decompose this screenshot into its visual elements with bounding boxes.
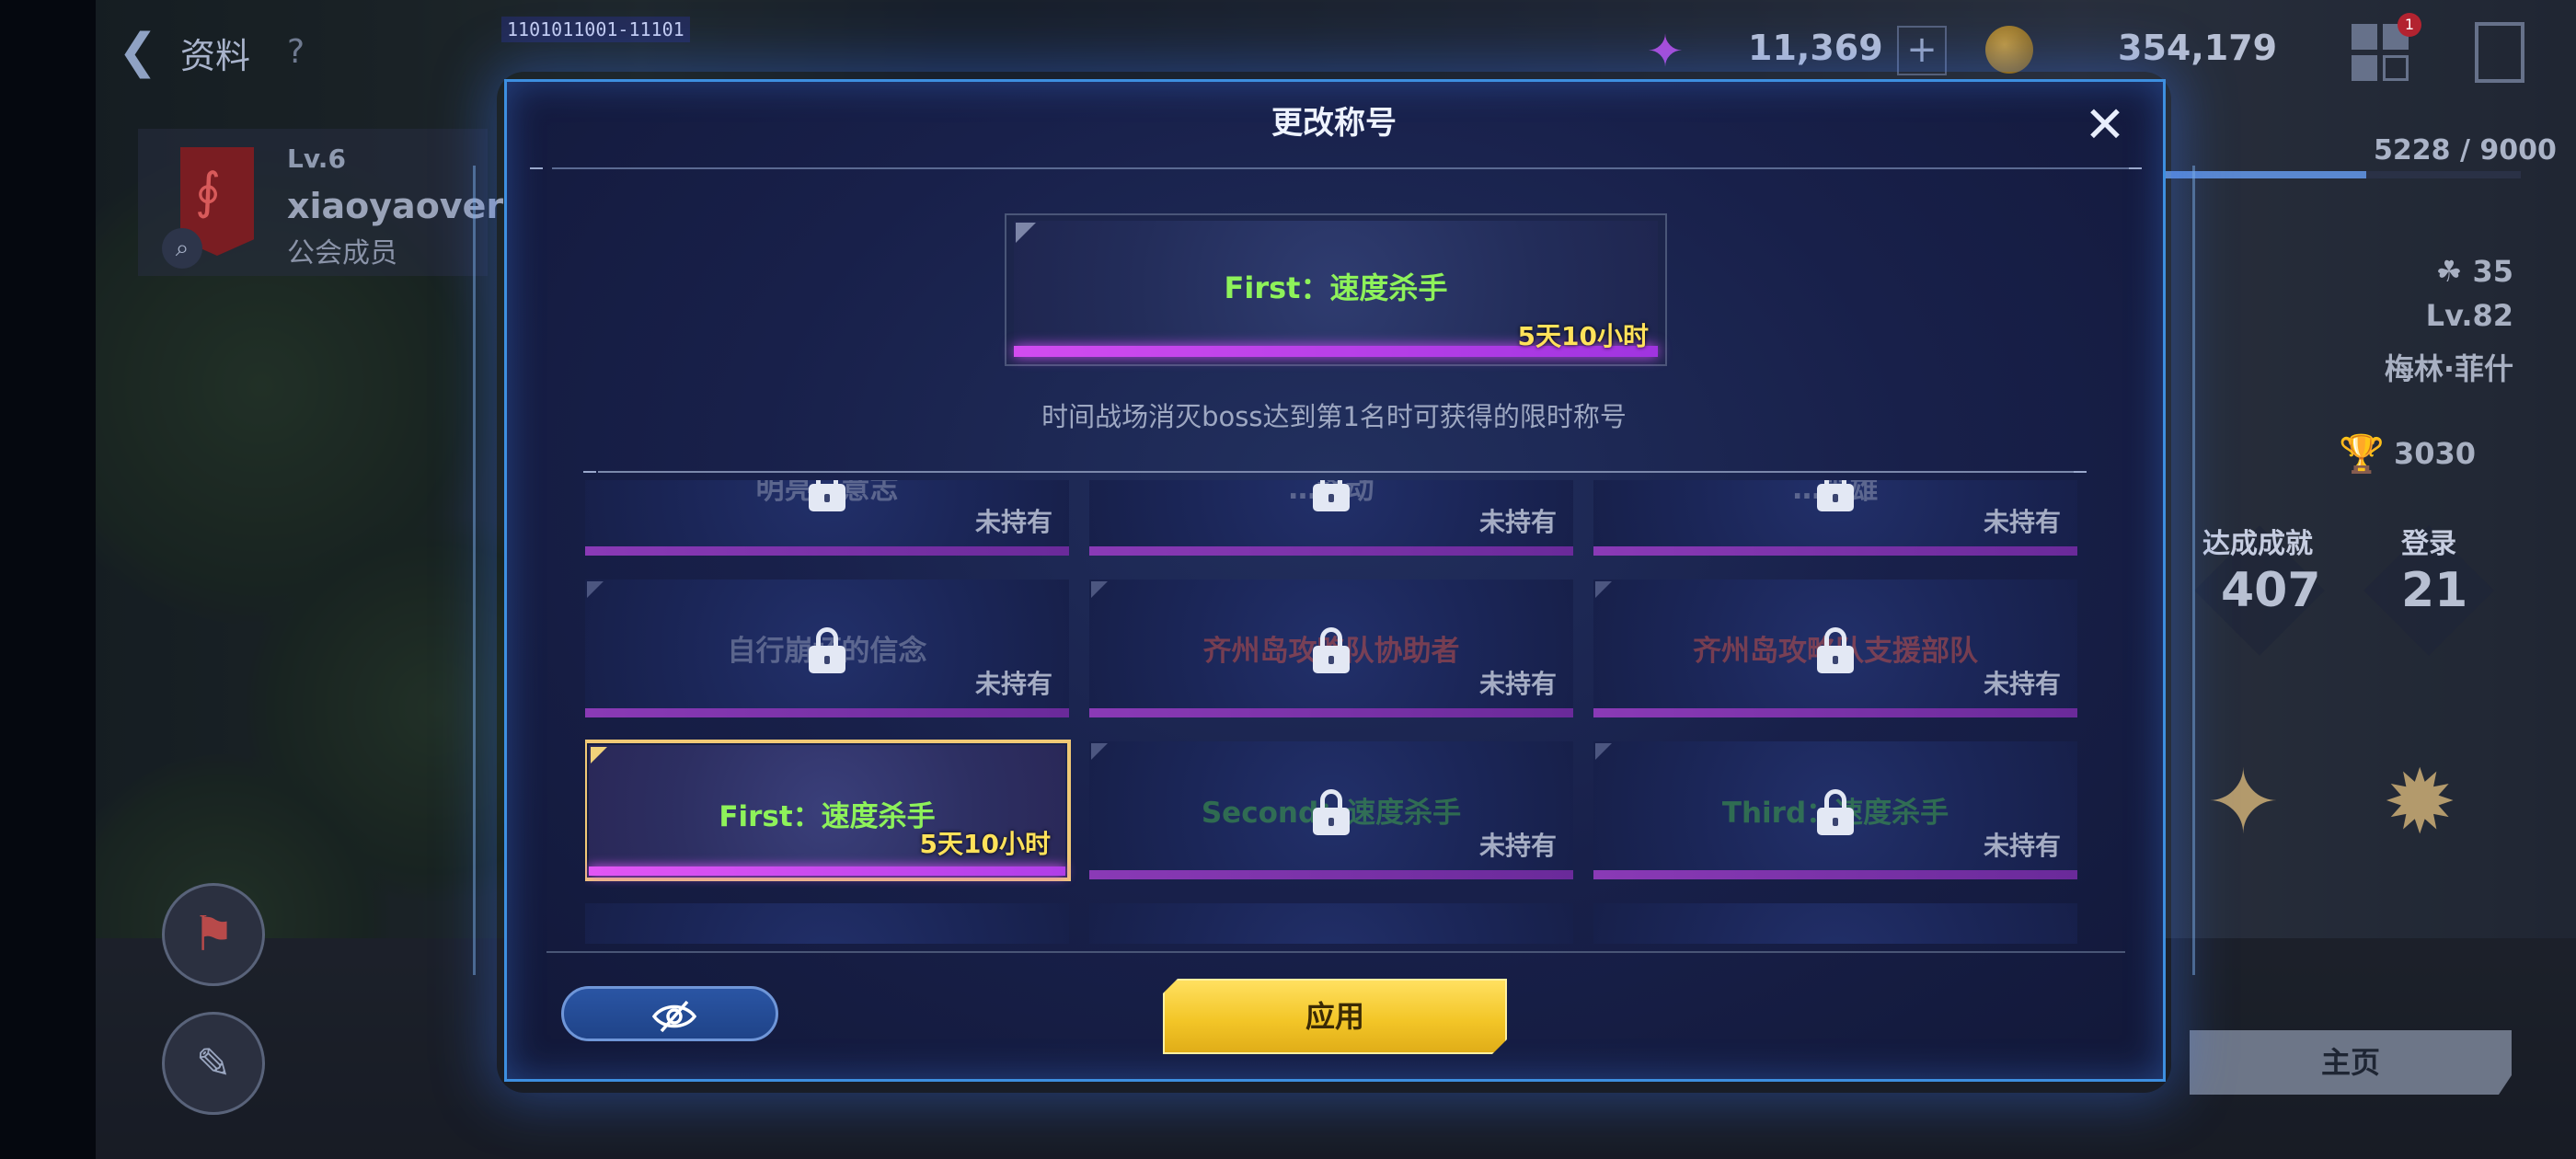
lock-icon [1817,627,1854,673]
grid-top-divider [598,471,2083,473]
exp-bar [2153,171,2521,178]
tile-status: 未持有 [1478,669,1557,699]
achievements-label: 达成成就 [2202,528,2313,560]
lock-icon [809,627,845,673]
search-icon[interactable]: ⌕ [162,228,202,269]
coin-value: 354,179 [2118,28,2278,68]
divider-tick-right [2129,167,2142,169]
title-tile[interactable]: …英雄未持有 [1593,480,2077,556]
home-button[interactable]: 主页 [2190,1030,2512,1095]
lock-icon [809,480,845,511]
edit-pencil-icon[interactable]: ✎ [162,1012,265,1115]
lock-icon [1313,789,1350,835]
tile-underline [1593,546,2077,556]
exp-text: 5228 / 9000 [2374,134,2557,166]
title-tile[interactable]: Third：速度杀手未持有 [1593,741,2077,879]
power-value: ☘ 35 [2435,254,2513,289]
footer-divider [546,951,2125,953]
title-description: 时间战场消灭boss达到第1名时可获得的限时称号 [1041,401,1627,432]
tile-status: 未持有 [974,507,1052,537]
preview-title-name: First：速度杀手 [1224,270,1448,305]
title-tile[interactable]: First：速度杀手 5天10小时 [585,740,1071,881]
divider-tick-left [530,167,543,169]
dragon-icon: ∮ [195,162,222,220]
back-button[interactable]: ❮ [118,26,166,77]
character-name: 梅林·菲什 [2384,351,2513,386]
tile-background [1089,903,1573,944]
tile-underline [1089,870,1573,879]
exit-door-icon[interactable] [2475,22,2524,83]
title-tile-partial[interactable] [1089,903,1573,944]
tile-corner-mark [1091,743,1108,760]
tile-status: 未持有 [1478,831,1557,861]
lock-icon [1817,480,1854,511]
title-tile[interactable]: Second：速度杀手未持有 [1089,741,1573,879]
tile-status: 未持有 [1983,669,2061,699]
gem-value: 11,369 [1748,28,1883,68]
tile-underline [1089,546,1573,556]
login-value: 21 [2401,563,2468,618]
apply-button[interactable]: 应用 [1163,979,1507,1054]
notification-badge: 1 [2398,13,2421,37]
tile-underline [1593,870,2077,879]
tile-corner-mark [1595,581,1612,598]
chevron-left-icon: ❮ [118,24,158,79]
modal-frame-right [2171,166,2195,975]
help-icon[interactable]: ? [287,33,305,71]
guild-rank: 公会成员 [287,237,397,270]
hide-title-button[interactable] [561,986,778,1041]
tile-underline [1089,708,1573,717]
title-divider [552,167,2134,169]
title-tile[interactable]: …移动未持有 [1089,480,1573,556]
title-tile-partial[interactable] [1593,903,2077,944]
tile-corner-mark [587,581,604,598]
close-icon[interactable]: ✕ [2081,100,2129,150]
tile-background [1593,903,2077,944]
tile-status: 未持有 [1983,507,2061,537]
profile-level: Lv.6 [287,143,346,174]
gem-icon: ✦ [1646,26,1685,77]
grid-tick-left [583,471,596,473]
title-tile-partial[interactable] [585,903,1069,944]
character-level: Lv.82 [2425,298,2513,333]
guild-badge-icon[interactable]: ⚑ [162,883,265,986]
achievements-value: 407 [2221,563,2321,618]
preview-title-time: 5天10小时 [1517,321,1649,351]
title-tile[interactable]: 齐州岛攻略队支援部队未持有 [1593,580,2077,717]
lock-icon [1817,789,1854,835]
tile-underline [585,546,1069,556]
star-medal-icon: ✹ [2383,751,2457,854]
tile-underline [589,866,1065,876]
eye-slash-icon [651,1000,697,1033]
page-title: 资料 [180,36,251,76]
trophy-icon: 🏆 [2339,433,2385,476]
title-grid: 明亮…意志未持有 …移动未持有 …英雄未持有自行崩坏的信念未持有齐州岛攻略队协助者未… [585,480,2090,944]
lock-icon [1313,480,1350,511]
add-gems-button[interactable]: + [1897,26,1947,75]
tile-status: 未持有 [1478,507,1557,537]
dialog-title: 更改称号 [1271,105,1397,142]
tile-underline [585,708,1069,717]
tile-corner-mark [1595,743,1612,760]
player-id-text: 1101011001-11101 [501,17,690,42]
tile-background [585,903,1069,944]
title-tile[interactable]: 自行崩坏的信念未持有 [585,580,1069,717]
login-label: 登录 [2401,528,2456,560]
modal-frame-left [473,166,497,975]
title-tile[interactable]: 明亮…意志未持有 [585,480,1069,556]
tile-time: 5天10小时 [919,829,1051,859]
lock-icon [1313,627,1350,673]
tile-corner-mark [1091,581,1108,598]
title-tile[interactable]: 齐州岛攻略队协助者未持有 [1089,580,1573,717]
coin-icon [1985,26,2033,74]
trophy-value: 3030 [2394,436,2477,471]
tile-corner-mark [591,747,607,763]
grid-tick-right [2074,471,2087,473]
power-number: 35 [2472,254,2513,289]
eagle-medal-icon: ✦ [2206,751,2281,854]
tile-underline [1593,708,2077,717]
tile-status: 未持有 [974,669,1052,699]
preview-corner-mark [1016,223,1036,243]
tile-status: 未持有 [1983,831,2061,861]
